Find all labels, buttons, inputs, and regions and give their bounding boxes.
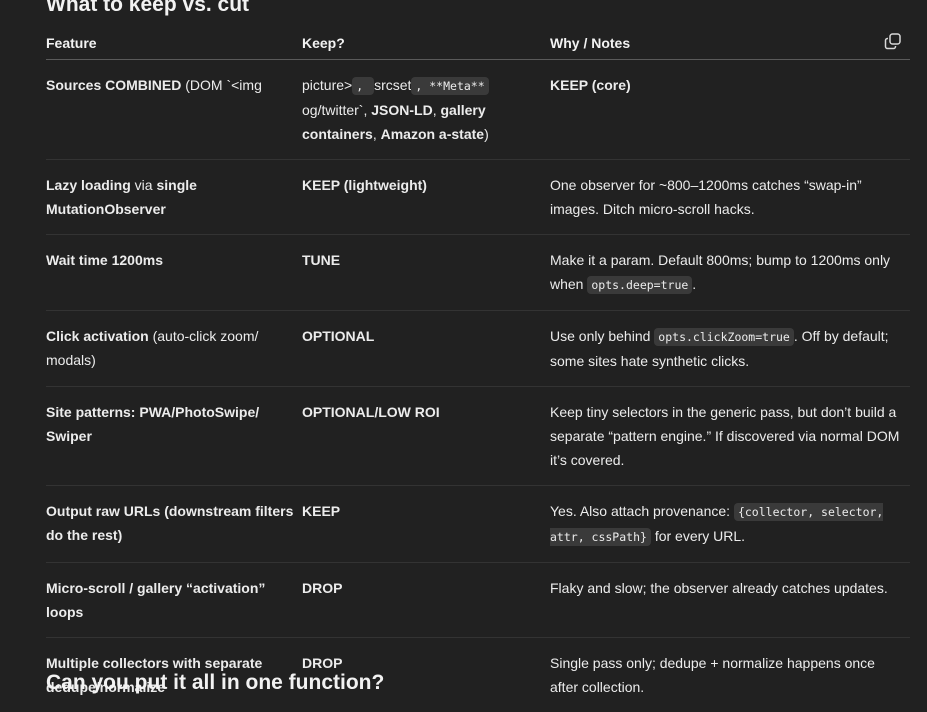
keep-bold: JSON-LD: [371, 102, 432, 118]
cell-why: Keep tiny selectors in the generic pass,…: [550, 387, 910, 486]
cell-feature: Lazy loading via single MutationObserver: [46, 160, 302, 235]
cell-feature: Output raw URLs (downstream filters do t…: [46, 486, 302, 563]
why-text: Single pass only; dedupe + normalize hap…: [550, 655, 875, 695]
copy-icon[interactable]: [884, 32, 904, 52]
keep-bold: OPTIONAL/LOW ROI: [302, 404, 440, 420]
header-why-label: Why / Notes: [550, 35, 630, 51]
keep-bold: OPTIONAL: [302, 328, 374, 344]
why-text: Keep tiny selectors in the generic pass,…: [550, 404, 899, 468]
cell-feature: Wait time 1200ms: [46, 235, 302, 311]
cell-feature: Micro-scroll / gallery “activation” loop…: [46, 563, 302, 638]
cell-why: Flaky and slow; the observer already cat…: [550, 563, 910, 638]
feature-detail: via: [131, 177, 157, 193]
table-row: Output raw URLs (downstream filters do t…: [46, 486, 910, 563]
table-row: Sources COMBINED (DOM `<img picture>, sr…: [46, 60, 910, 160]
table-row: Site patterns: PWA/PhotoSwipe/ Swiper OP…: [46, 387, 910, 486]
cell-why: Make it a param. Default 800ms; bump to …: [550, 235, 910, 311]
cell-why: Yes. Also attach provenance: {collector,…: [550, 486, 910, 563]
why-text: Yes. Also attach provenance:: [550, 503, 734, 519]
inline-code: opts.deep=true: [587, 276, 692, 294]
section-heading: What to keep vs. cut: [46, 0, 249, 20]
keep-text: og/twitter`,: [302, 102, 371, 118]
header-feature: Feature: [46, 28, 302, 60]
cell-keep: OPTIONAL: [302, 311, 550, 387]
feature-name: Sources COMBINED: [46, 77, 181, 93]
cell-keep: picture>, srcset, **Meta** og/twitter`, …: [302, 60, 550, 160]
inline-code: opts.clickZoom=true: [654, 328, 794, 346]
cell-why: Use only behind opts.clickZoom=true. Off…: [550, 311, 910, 387]
table-row: Wait time 1200ms TUNE Make it a param. D…: [46, 235, 910, 311]
why-text: One observer for ~800–1200ms catches “sw…: [550, 177, 862, 217]
cell-feature: Sources COMBINED (DOM `<img: [46, 60, 302, 160]
why-text: Flaky and slow; the observer already cat…: [550, 580, 888, 596]
cell-keep: TUNE: [302, 235, 550, 311]
table-row: Micro-scroll / gallery “activation” loop…: [46, 563, 910, 638]
keep-text: ,: [373, 126, 381, 142]
cell-keep: KEEP: [302, 486, 550, 563]
keep-bold: KEEP: [302, 503, 340, 519]
inline-code: ,: [352, 77, 374, 95]
cell-keep: KEEP (lightweight): [302, 160, 550, 235]
cell-keep: DROP: [302, 563, 550, 638]
keep-bold: KEEP (lightweight): [302, 177, 427, 193]
table-row: Click activation (auto-click zoom/ modal…: [46, 311, 910, 387]
feature-name: Wait time 1200ms: [46, 252, 163, 268]
header-keep: Keep?: [302, 28, 550, 60]
feature-name: Site patterns: PWA/PhotoSwipe/ Swiper: [46, 404, 259, 444]
why-text: .: [692, 276, 696, 292]
feature-detail: (DOM `<img: [181, 77, 262, 93]
cell-why: Single pass only; dedupe + normalize hap…: [550, 638, 910, 712]
keep-bold: Amazon a-state: [381, 126, 484, 142]
feature-name: Output raw URLs (downstream filters do t…: [46, 503, 293, 543]
keep-text: srcset: [374, 77, 411, 93]
feature-name: Click activation: [46, 328, 149, 344]
keep-text: picture>: [302, 77, 352, 93]
why-text: for every URL.: [651, 528, 745, 544]
feature-name: Lazy loading: [46, 177, 131, 193]
why-bold: KEEP (core): [550, 77, 631, 93]
inline-code: , **Meta**: [411, 77, 488, 95]
why-text: Use only behind: [550, 328, 654, 344]
feature-name: Micro-scroll / gallery “activation” loop…: [46, 580, 265, 620]
cell-why: KEEP (core): [550, 60, 910, 160]
keep-text: ): [484, 126, 489, 142]
cell-keep: OPTIONAL/LOW ROI: [302, 387, 550, 486]
keep-cut-table: Feature Keep? Why / Notes Sources COMBIN…: [46, 28, 910, 712]
table-row: Lazy loading via single MutationObserver…: [46, 160, 910, 235]
cell-why: One observer for ~800–1200ms catches “sw…: [550, 160, 910, 235]
table-header-row: Feature Keep? Why / Notes: [46, 28, 910, 60]
cell-feature: Click activation (auto-click zoom/ modal…: [46, 311, 302, 387]
header-why: Why / Notes: [550, 28, 910, 60]
keep-bold: TUNE: [302, 252, 340, 268]
keep-bold: DROP: [302, 580, 342, 596]
next-section-heading: Can you put it all in one function?: [46, 668, 384, 698]
cell-feature: Site patterns: PWA/PhotoSwipe/ Swiper: [46, 387, 302, 486]
